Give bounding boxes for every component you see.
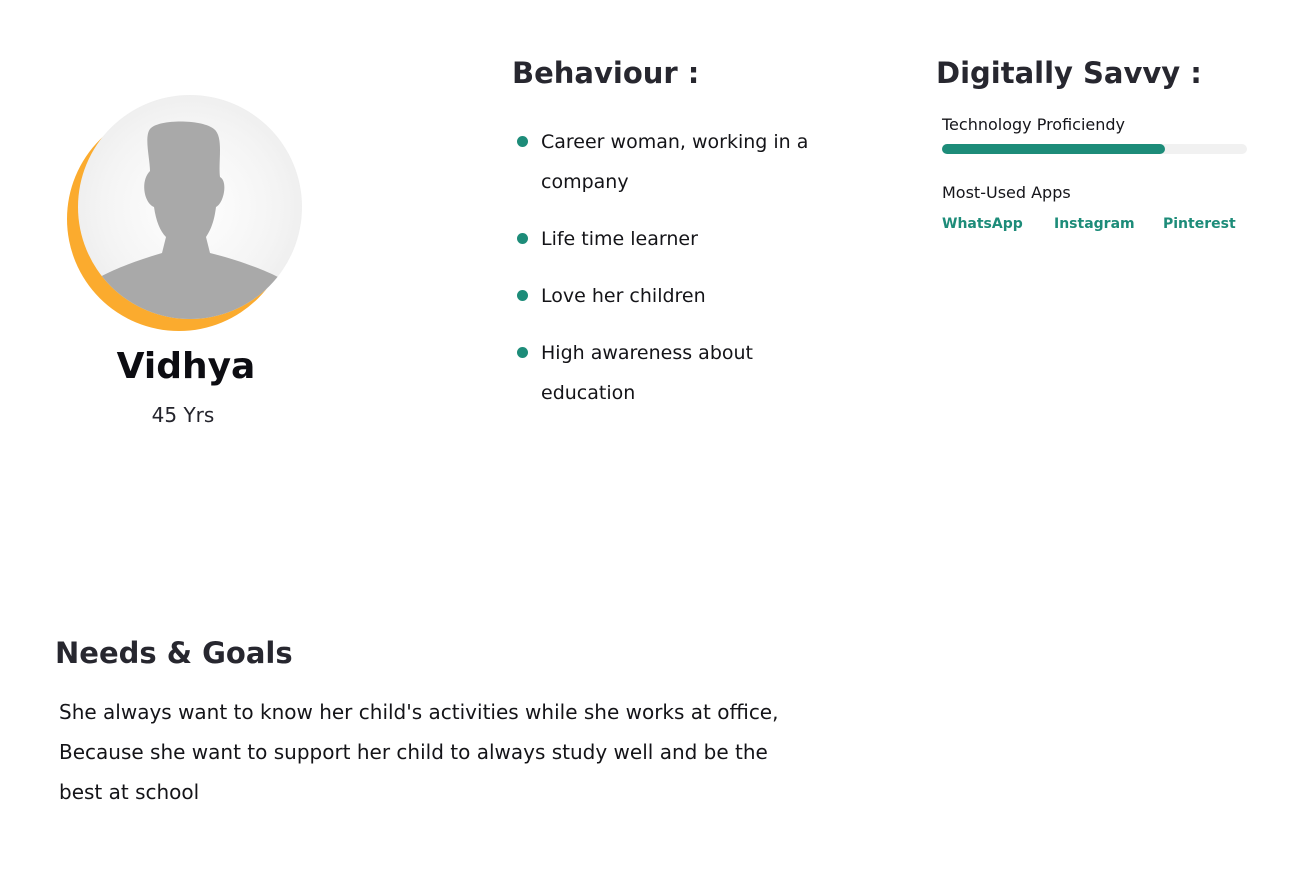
avatar-disc <box>78 95 302 319</box>
persona-age: 45 Yrs <box>151 403 215 427</box>
tech-proficiency-fill <box>942 144 1165 154</box>
behaviour-item-label: Career woman, working in a company <box>541 131 809 193</box>
dot-icon <box>517 136 528 147</box>
app-link-pinterest[interactable]: Pinterest <box>1163 216 1236 232</box>
avatar <box>67 95 303 331</box>
needs-goals-title: Needs & Goals <box>55 636 293 670</box>
dot-icon <box>517 347 528 358</box>
behaviour-item-label: Love her children <box>541 285 706 307</box>
behaviour-list: Career woman, working in a company Life … <box>512 122 812 430</box>
behaviour-title: Behaviour : <box>512 56 700 90</box>
user-silhouette-icon <box>100 121 278 319</box>
behaviour-item: Love her children <box>512 276 812 316</box>
behaviour-item-label: Life time learner <box>541 228 698 250</box>
persona-name: Vidhya <box>116 346 256 387</box>
app-link-whatsapp[interactable]: WhatsApp <box>942 216 1023 232</box>
behaviour-item: Life time learner <box>512 219 812 259</box>
most-used-apps-label: Most-Used Apps <box>942 183 1071 202</box>
behaviour-item-label: High awareness about education <box>541 342 754 404</box>
tech-proficiency-bar <box>942 144 1247 154</box>
behaviour-item: High awareness about education <box>512 333 812 413</box>
behaviour-item: Career woman, working in a company <box>512 122 812 202</box>
digital-savvy-title: Digitally Savvy : <box>936 56 1202 90</box>
app-link-instagram[interactable]: Instagram <box>1054 216 1135 232</box>
tech-proficiency-label: Technology Proficiendy <box>942 115 1126 134</box>
dot-icon <box>517 233 528 244</box>
dot-icon <box>517 290 528 301</box>
needs-goals-text: She always want to know her child's acti… <box>59 700 779 804</box>
